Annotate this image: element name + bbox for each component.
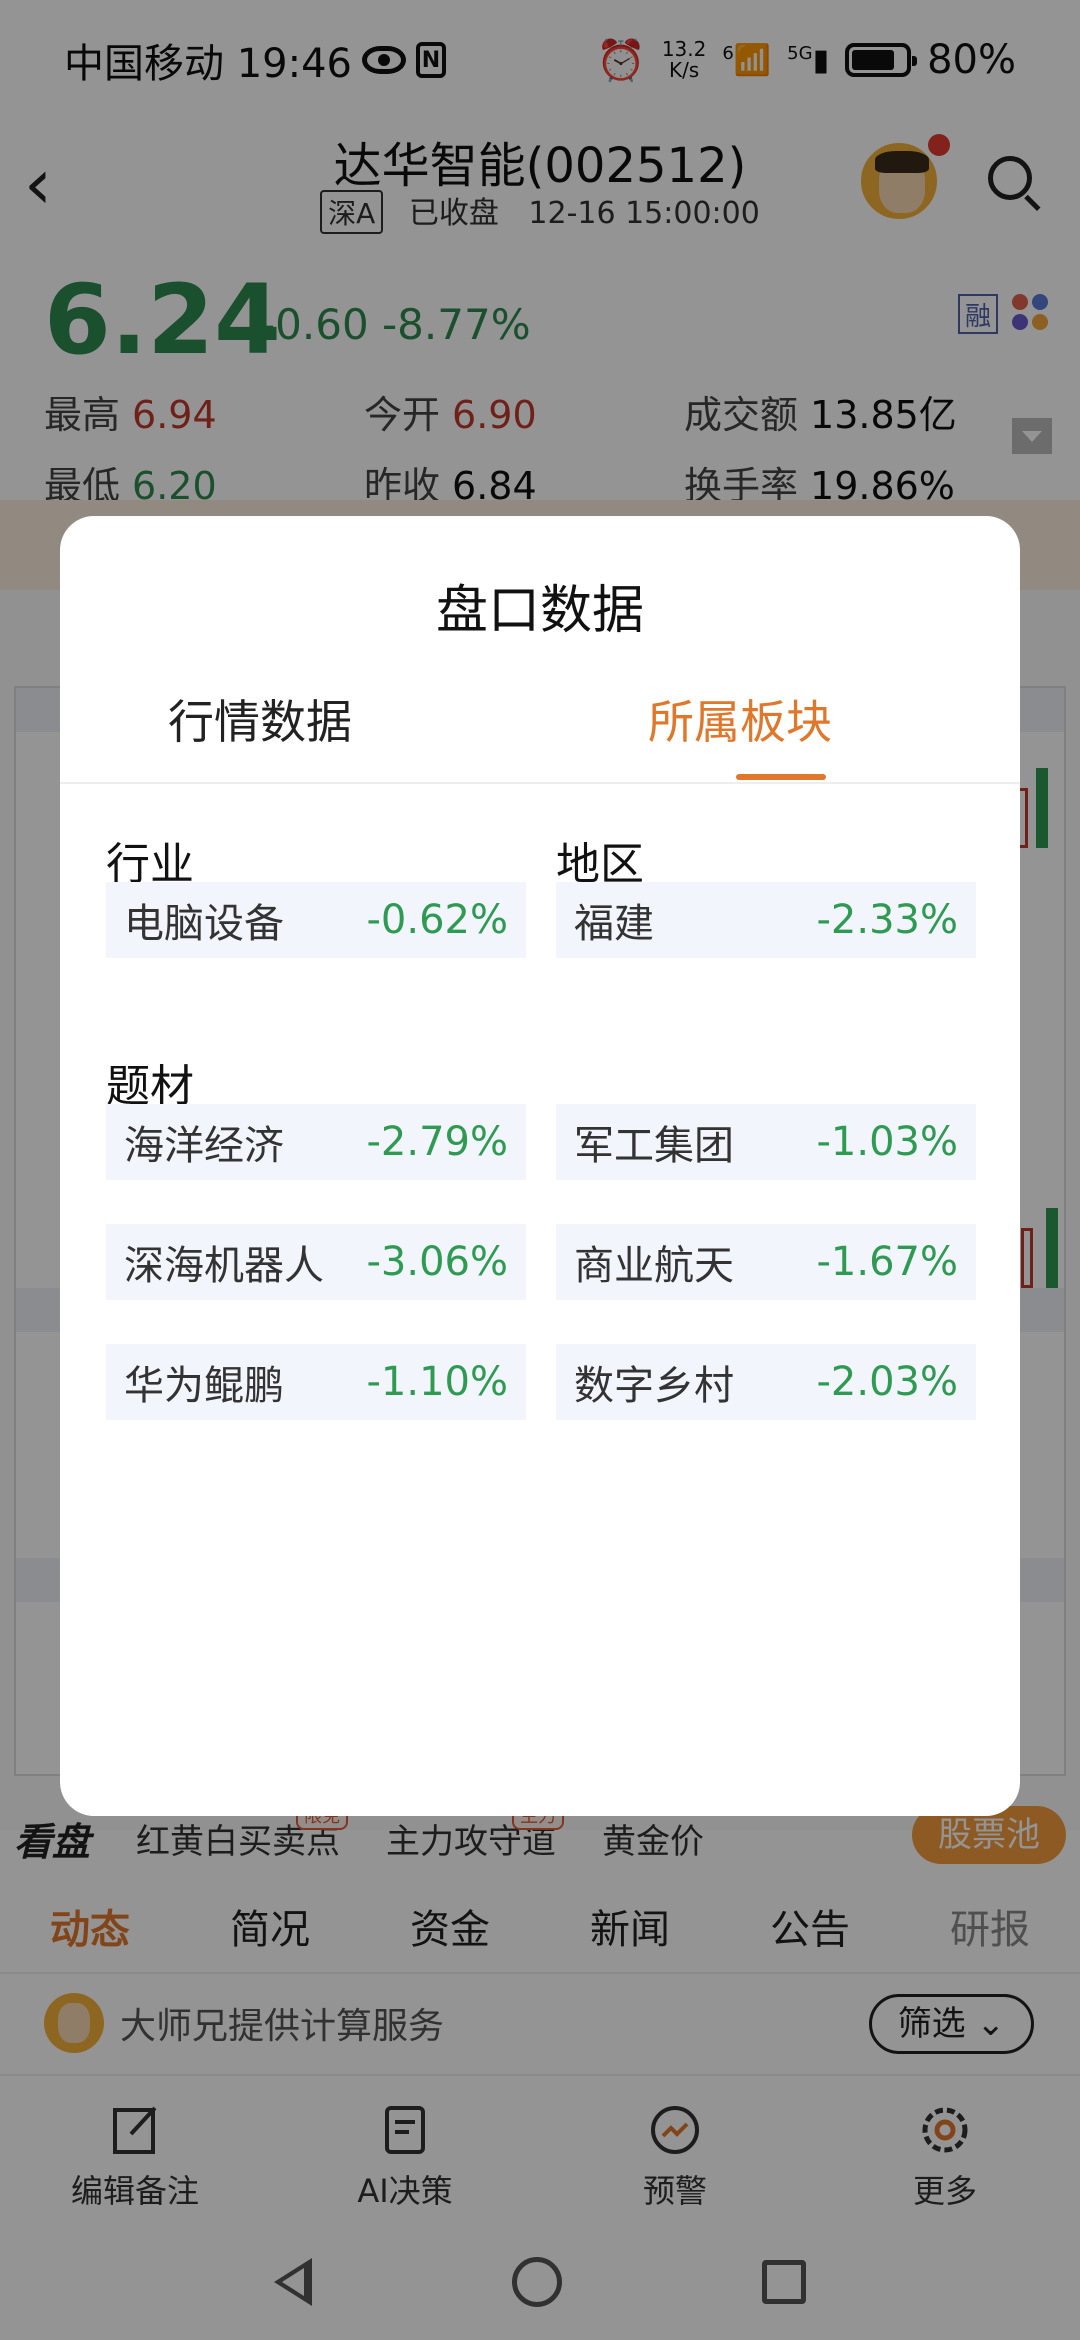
market-data-dialog: 盘口数据 行情数据 所属板块 行业 地区 电脑设备 -0.62% 福建 -2.3…	[60, 516, 1020, 1816]
sector-item-theme[interactable]: 深海机器人 -3.06%	[106, 1224, 526, 1300]
sector-item-theme[interactable]: 华为鲲鹏 -1.10%	[106, 1344, 526, 1420]
dialog-tabs: 行情数据 所属板块	[60, 664, 1020, 784]
tab-market-data[interactable]: 行情数据	[60, 686, 460, 752]
tab-sectors[interactable]: 所属板块	[540, 686, 940, 752]
sector-item-theme[interactable]: 数字乡村 -2.03%	[556, 1344, 976, 1420]
sector-item-theme[interactable]: 军工集团 -1.03%	[556, 1104, 976, 1180]
tab-active-indicator	[736, 774, 826, 780]
sector-item-theme[interactable]: 海洋经济 -2.79%	[106, 1104, 526, 1180]
sector-item-region[interactable]: 福建 -2.33%	[556, 882, 976, 958]
sector-item-theme[interactable]: 商业航天 -1.67%	[556, 1224, 976, 1300]
dialog-title: 盘口数据	[435, 581, 644, 641]
sector-item-industry[interactable]: 电脑设备 -0.62%	[106, 882, 526, 958]
